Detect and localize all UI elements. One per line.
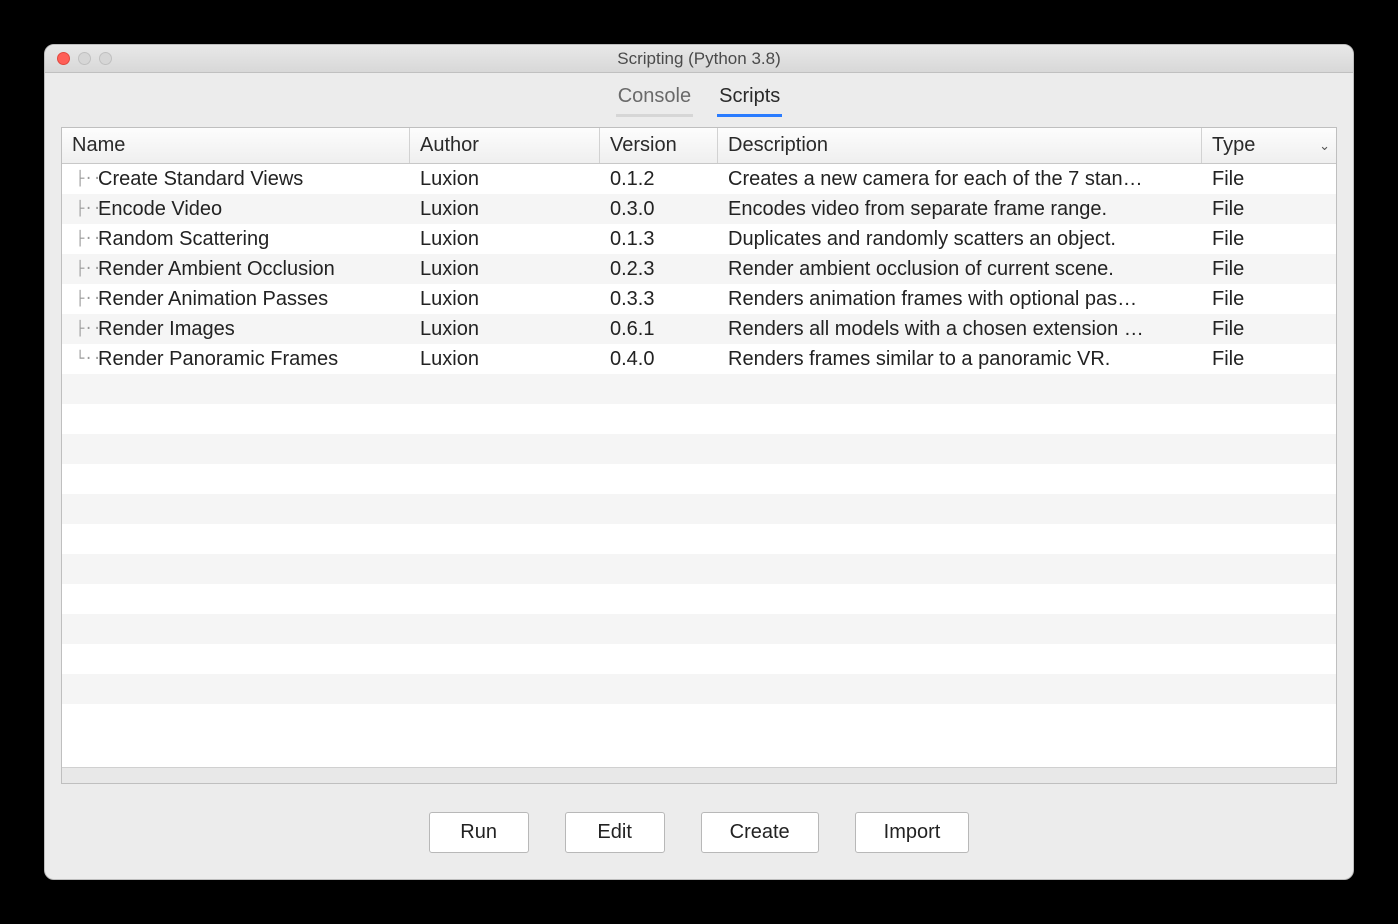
content-area: Name Author Version Description Type ⌄ ├… [45,117,1353,784]
scripts-table: Name Author Version Description Type ⌄ ├… [61,127,1337,784]
zoom-icon [99,52,112,65]
cell-type: File [1202,198,1336,221]
tree-branch-icon: ├·· [76,231,92,247]
table-row [62,494,1336,524]
cell-version: 0.1.3 [600,228,718,251]
tree-branch-icon: ├·· [76,171,92,187]
table-row [62,524,1336,554]
column-header-version[interactable]: Version [600,128,718,163]
cell-author: Luxion [410,228,600,251]
cell-description: Encodes video from separate frame range. [718,198,1202,221]
table-row[interactable]: ├·· Render Ambient Occlusion Luxion0.2.3Re… [62,254,1336,284]
cell-type: File [1202,168,1336,191]
tree-branch-icon: ├·· [76,291,92,307]
cell-version: 0.1.2 [600,168,718,191]
script-name: Encode Video [98,198,222,221]
edit-button[interactable]: Edit [565,812,665,853]
import-button[interactable]: Import [855,812,970,853]
horizontal-scrollbar[interactable] [62,767,1336,783]
window-title: Scripting (Python 3.8) [45,49,1353,69]
cell-name: ├·· Render Animation Passes [62,288,410,311]
cell-description: Render ambient occlusion of current scen… [718,258,1202,281]
cell-type: File [1202,258,1336,281]
cell-name: ├·· Create Standard Views [62,168,410,191]
table-row [62,674,1336,704]
tree-branch-icon: └·· [76,351,92,367]
table-row [62,434,1336,464]
cell-version: 0.3.0 [600,198,718,221]
cell-description: Renders animation frames with optional p… [718,288,1202,311]
table-header: Name Author Version Description Type ⌄ [62,128,1336,164]
cell-author: Luxion [410,198,600,221]
script-name: Render Ambient Occlusion [98,258,335,281]
tree-branch-icon: ├·· [76,321,92,337]
cell-description: Creates a new camera for each of the 7 s… [718,168,1202,191]
column-header-name[interactable]: Name [62,128,410,163]
table-row [62,614,1336,644]
create-button[interactable]: Create [701,812,819,853]
tree-branch-icon: ├·· [76,201,92,217]
cell-name: ├·· Render Ambient Occlusion [62,258,410,281]
column-header-author[interactable]: Author [410,128,600,163]
table-row [62,554,1336,584]
cell-author: Luxion [410,288,600,311]
table-row [62,374,1336,404]
tree-branch-icon: ├·· [76,261,92,277]
table-row [62,464,1336,494]
cell-name: ├·· Encode Video [62,198,410,221]
cell-description: Renders all models with a chosen extensi… [718,318,1202,341]
table-row [62,584,1336,614]
scripting-window: Scripting (Python 3.8) Console Scripts N… [44,44,1354,880]
cell-author: Luxion [410,258,600,281]
column-header-type[interactable]: Type ⌄ [1202,128,1336,163]
cell-version: 0.3.3 [600,288,718,311]
cell-author: Luxion [410,318,600,341]
titlebar: Scripting (Python 3.8) [45,45,1353,73]
cell-version: 0.2.3 [600,258,718,281]
minimize-icon [78,52,91,65]
tab-bar: Console Scripts [45,73,1353,117]
script-name: Render Panoramic Frames [98,348,338,371]
chevron-down-icon: ⌄ [1319,138,1330,154]
tab-console[interactable]: Console [616,83,693,117]
script-name: Create Standard Views [98,168,303,191]
tab-scripts[interactable]: Scripts [717,83,782,117]
script-name: Random Scattering [98,228,269,251]
script-name: Render Animation Passes [98,288,328,311]
cell-name: ├·· Random Scattering [62,228,410,251]
cell-type: File [1202,318,1336,341]
column-header-description[interactable]: Description [718,128,1202,163]
close-icon[interactable] [57,52,70,65]
table-row [62,644,1336,674]
cell-type: File [1202,348,1336,371]
cell-version: 0.6.1 [600,318,718,341]
table-row[interactable]: ├·· Create Standard Views Luxion0.1.2Creat… [62,164,1336,194]
table-row [62,704,1336,734]
cell-type: File [1202,288,1336,311]
cell-author: Luxion [410,168,600,191]
traffic-lights [45,52,112,65]
run-button[interactable]: Run [429,812,529,853]
table-row[interactable]: ├·· Random Scattering Luxion0.1.3Duplicate… [62,224,1336,254]
script-name: Render Images [98,318,235,341]
cell-description: Renders frames similar to a panoramic VR… [718,348,1202,371]
cell-name: └·· Render Panoramic Frames [62,348,410,371]
table-row[interactable]: ├·· Encode Video Luxion0.3.0Encodes video … [62,194,1336,224]
cell-version: 0.4.0 [600,348,718,371]
table-row[interactable]: ├·· Render Animation Passes Luxion0.3.3Ren… [62,284,1336,314]
cell-description: Duplicates and randomly scatters an obje… [718,228,1202,251]
column-header-type-label: Type [1212,134,1255,156]
cell-author: Luxion [410,348,600,371]
table-row[interactable]: └·· Render Panoramic Frames Luxion0.4.0Ren… [62,344,1336,374]
cell-name: ├·· Render Images [62,318,410,341]
table-row [62,404,1336,434]
table-body[interactable]: ├··Create Standard ViewsLuxion0.1.2Creat… [62,164,1336,767]
table-row[interactable]: ├·· Render Images Luxion0.6.1Renders all m… [62,314,1336,344]
cell-type: File [1202,228,1336,251]
footer-buttons: Run Edit Create Import [45,784,1353,879]
